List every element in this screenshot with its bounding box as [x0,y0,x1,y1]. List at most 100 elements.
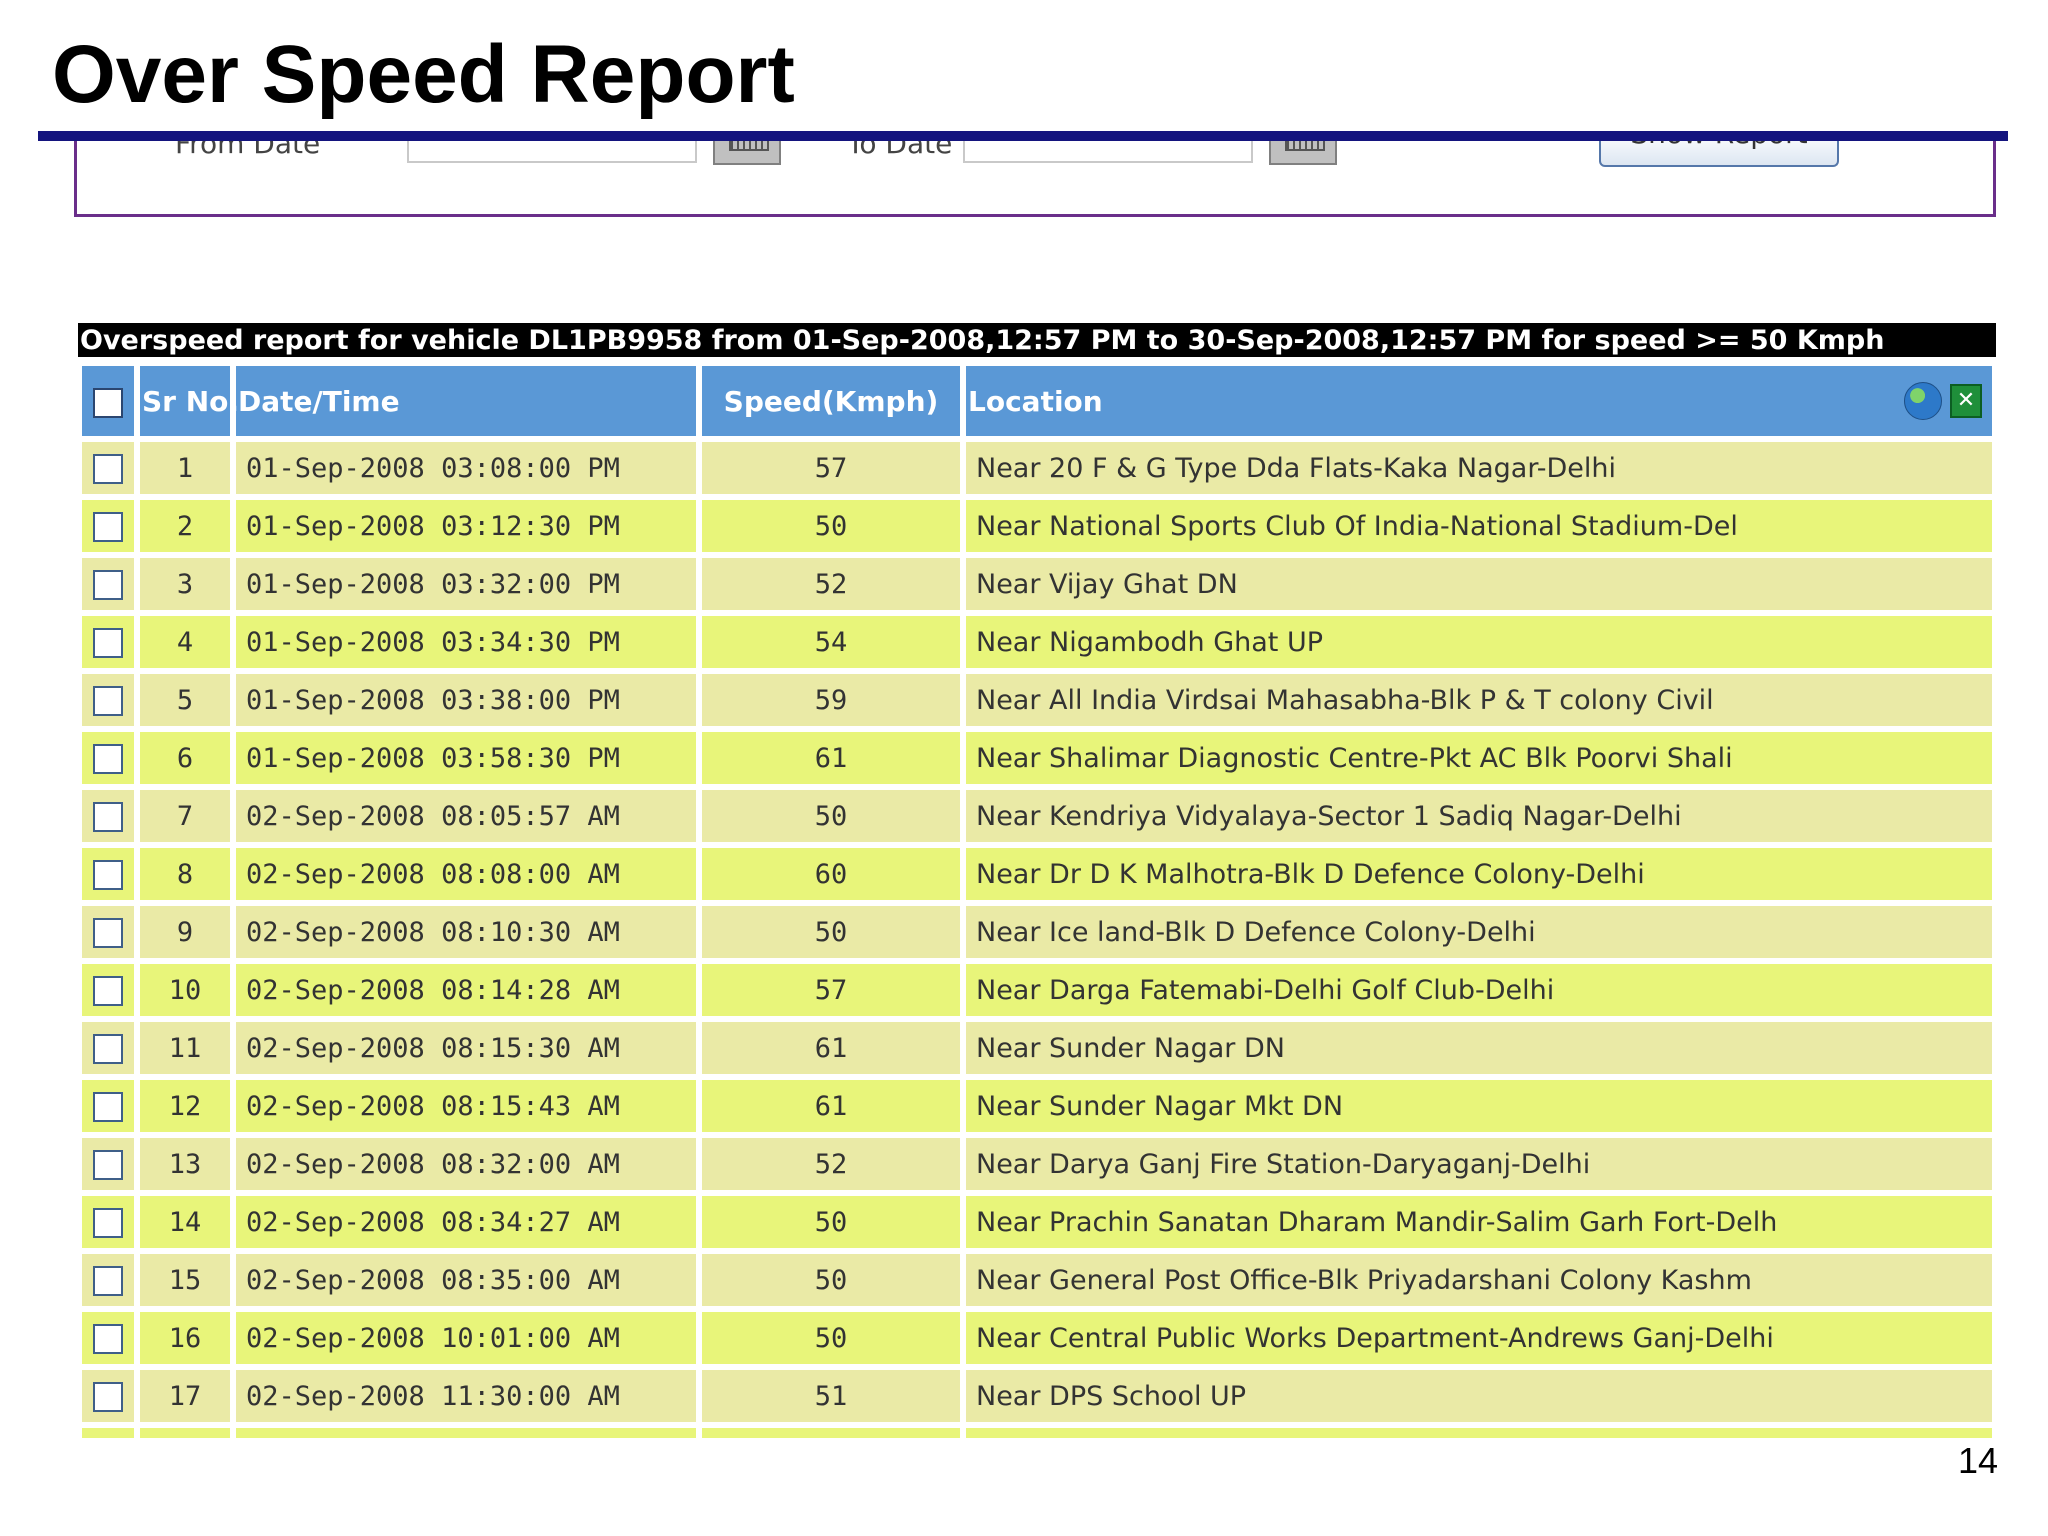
from-date-label: From Date [175,141,321,160]
row-checkbox[interactable] [93,453,123,484]
row-select-cell [82,964,134,1016]
excel-icon[interactable]: ✕ [1950,384,1982,418]
page-number: 14 [1957,1440,1998,1481]
cell-location: Near National Sports Club Of India-Natio… [966,500,1992,552]
from-date-calendar-icon[interactable] [713,141,781,165]
cell-datetime: 02-Sep-2008 08:34:27 AM [236,1196,696,1248]
row-checkbox[interactable] [93,1323,123,1354]
row-select-cell [82,500,134,552]
cell-location: Near Kendriya Vidyalaya-Sector 1 Sadiq N… [966,790,1992,842]
cell-location: Near Ice land-Blk D Defence Colony-Delhi [966,906,1992,958]
cell-speed: 50 [702,500,960,552]
row-select-cell [82,906,134,958]
cell-speed: 59 [702,674,960,726]
cell-location: Near DPS School UP [966,1370,1992,1422]
cell-sr-no: 16 [140,1312,230,1364]
row-select-cell [82,732,134,784]
to-date-calendar-icon[interactable] [1269,141,1337,165]
table-row[interactable]: 12 02-Sep-2008 08:15:43 AM 61 Near Sunder N… [82,1080,1992,1132]
col-header-sr-no[interactable]: Sr No. [140,366,239,436]
cell-speed: 50 [702,1196,960,1248]
col-header-location-label: Location [968,384,1103,418]
partial-cell [140,1428,230,1438]
row-select-cell [82,674,134,726]
row-select-cell [82,616,134,668]
cell-sr-no: 17 [140,1370,230,1422]
table-row[interactable]: 6 01-Sep-2008 03:58:30 PM 61 Near Shalimar … [82,732,1992,784]
cell-sr-no: 2 [140,500,230,552]
cell-speed: 57 [702,964,960,1016]
cell-location: Near Shalimar Diagnostic Centre-Pkt AC B… [966,732,1992,784]
table-row[interactable]: 9 02-Sep-2008 08:10:30 AM 50 Near Ice land-… [82,906,1992,958]
cell-location: Near Darga Fatemabi-Delhi Golf Club-Delh… [966,964,1992,1016]
cell-location: Near Darya Ganj Fire Station-Daryaganj-D… [966,1138,1992,1190]
row-checkbox[interactable] [93,917,123,948]
row-checkbox[interactable] [93,1381,123,1412]
row-checkbox[interactable] [93,1033,123,1064]
table-row[interactable]: 15 02-Sep-2008 08:35:00 AM 50 Near General … [82,1254,1992,1306]
show-report-button-label: Show Report [1601,141,1837,150]
cell-sr-no: 12 [140,1080,230,1132]
cell-datetime: 02-Sep-2008 08:15:43 AM [236,1080,696,1132]
table-row[interactable]: 11 02-Sep-2008 08:15:30 AM 61 Near Sunder N… [82,1022,1992,1074]
cell-sr-no: 7 [140,790,230,842]
to-date-input[interactable] [963,141,1253,163]
table-row[interactable]: 13 02-Sep-2008 08:32:00 AM 52 Near Darya Ga… [82,1138,1992,1190]
cell-datetime: 02-Sep-2008 08:35:00 AM [236,1254,696,1306]
cell-datetime: 02-Sep-2008 08:15:30 AM [236,1022,696,1074]
select-all-cell [82,366,134,436]
row-checkbox[interactable] [93,685,123,716]
title-rule [38,131,2008,141]
col-header-location[interactable]: Location ✕ [966,366,1992,436]
table-row[interactable]: 14 02-Sep-2008 08:34:27 AM 50 Near Prachin … [82,1196,1992,1248]
cell-speed: 52 [702,1138,960,1190]
report-caption: Overspeed report for vehicle DL1PB9958 f… [78,323,1996,357]
table-row[interactable]: 5 01-Sep-2008 03:38:00 PM 59 Near All India… [82,674,1992,726]
row-checkbox[interactable] [93,1149,123,1180]
cell-datetime: 02-Sep-2008 08:14:28 AM [236,964,696,1016]
row-checkbox[interactable] [93,569,123,600]
select-all-checkbox[interactable] [93,387,123,418]
table-row[interactable]: 16 02-Sep-2008 10:01:00 AM 50 Near Central … [82,1312,1992,1364]
row-checkbox[interactable] [93,975,123,1006]
row-select-cell [82,1370,134,1422]
table-row[interactable]: 2 01-Sep-2008 03:12:30 PM 50 Near National … [82,500,1992,552]
cell-speed: 57 [702,442,960,494]
cell-location: Near 20 F & G Type Dda Flats-Kaka Nagar-… [966,442,1992,494]
col-header-speed[interactable]: Speed(Kmph) [702,366,960,436]
from-date-input[interactable] [407,141,697,163]
cell-sr-no: 1 [140,442,230,494]
header-actions: ✕ [1904,382,1982,420]
table-row[interactable]: 17 02-Sep-2008 11:30:00 AM 51 Near DPS Scho… [82,1370,1992,1422]
slide-title: Over Speed Report [52,29,795,120]
row-checkbox[interactable] [93,627,123,658]
cell-sr-no: 6 [140,732,230,784]
col-header-datetime[interactable]: Date/Time [236,366,696,436]
table-row[interactable]: 10 02-Sep-2008 08:14:28 AM 57 Near Darga Fa… [82,964,1992,1016]
partial-cell [82,1428,134,1438]
table-row[interactable]: 7 02-Sep-2008 08:05:57 AM 50 Near Kendriya … [82,790,1992,842]
row-checkbox[interactable] [93,1091,123,1122]
table-row[interactable]: 4 01-Sep-2008 03:34:30 PM 54 Near Nigambodh… [82,616,1992,668]
row-select-cell [82,442,134,494]
cell-sr-no: 5 [140,674,230,726]
row-checkbox[interactable] [93,859,123,890]
cell-speed: 51 [702,1370,960,1422]
cell-location: Near Vijay Ghat DN [966,558,1992,610]
table-row[interactable]: 8 02-Sep-2008 08:08:00 AM 60 Near Dr D K Ma… [82,848,1992,900]
row-checkbox[interactable] [93,1265,123,1296]
cell-sr-no: 15 [140,1254,230,1306]
cell-location: Near Sunder Nagar Mkt DN [966,1080,1992,1132]
globe-icon[interactable] [1904,382,1942,420]
row-checkbox[interactable] [93,1207,123,1238]
row-select-cell [82,848,134,900]
cell-datetime: 02-Sep-2008 08:32:00 AM [236,1138,696,1190]
table-row[interactable]: 1 01-Sep-2008 03:08:00 PM 57 Near 20 F & G … [82,442,1992,494]
cell-location: Near Central Public Works Department-And… [966,1312,1992,1364]
row-checkbox[interactable] [93,801,123,832]
cell-sr-no: 11 [140,1022,230,1074]
show-report-button[interactable]: Show Report [1599,141,1839,167]
table-row[interactable]: 3 01-Sep-2008 03:32:00 PM 52 Near Vijay Gha… [82,558,1992,610]
row-checkbox[interactable] [93,743,123,774]
row-checkbox[interactable] [93,511,123,542]
